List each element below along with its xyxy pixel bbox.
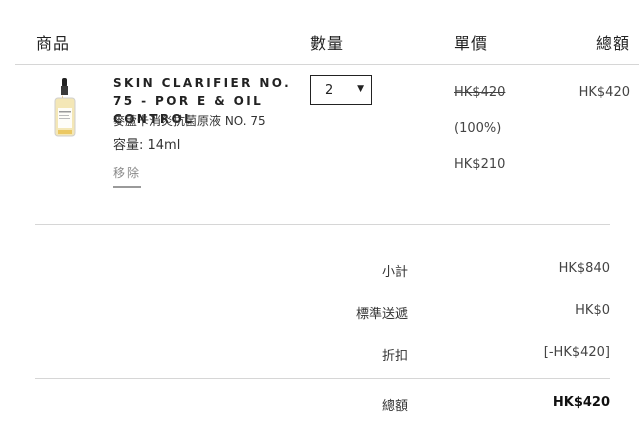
subtotal-label: 小計 xyxy=(381,265,408,280)
discount-value: [-HK$420] xyxy=(543,345,610,360)
product-volume: 容量: 14ml xyxy=(113,138,181,153)
header-product: 商品 xyxy=(36,34,71,53)
header-total: 總額 xyxy=(595,34,630,53)
original-price: HK$420 xyxy=(454,85,506,100)
discount-label: 折扣 xyxy=(381,349,408,364)
final-unit-price: HK$210 xyxy=(454,157,506,172)
shipping-value: HK$0 xyxy=(575,303,610,318)
subtotal-value: HK$840 xyxy=(558,261,610,276)
summary-divider xyxy=(35,378,610,379)
quantity-value: 2 xyxy=(325,83,334,98)
shipping-label: 標準送遞 xyxy=(355,307,408,322)
line-total: HK$420 xyxy=(578,85,630,100)
product-subtitle: 麥蘆卡消炎抗菌原液 NO. 75 xyxy=(113,114,266,128)
remove-item-button[interactable]: 移除 xyxy=(113,164,142,188)
product-image xyxy=(50,78,80,140)
serum-bottle-icon xyxy=(54,78,76,137)
header-unit-price: 單價 xyxy=(454,34,489,53)
quantity-select[interactable]: 2 ▼ xyxy=(310,75,372,105)
total-label: 總額 xyxy=(381,399,408,414)
total-value: HK$420 xyxy=(552,395,610,410)
chevron-down-icon: ▼ xyxy=(357,84,364,94)
discount-percent: (100%) xyxy=(454,121,502,136)
header-divider xyxy=(15,64,639,65)
header-quantity: 數量 xyxy=(310,34,345,53)
item-divider xyxy=(35,224,610,225)
